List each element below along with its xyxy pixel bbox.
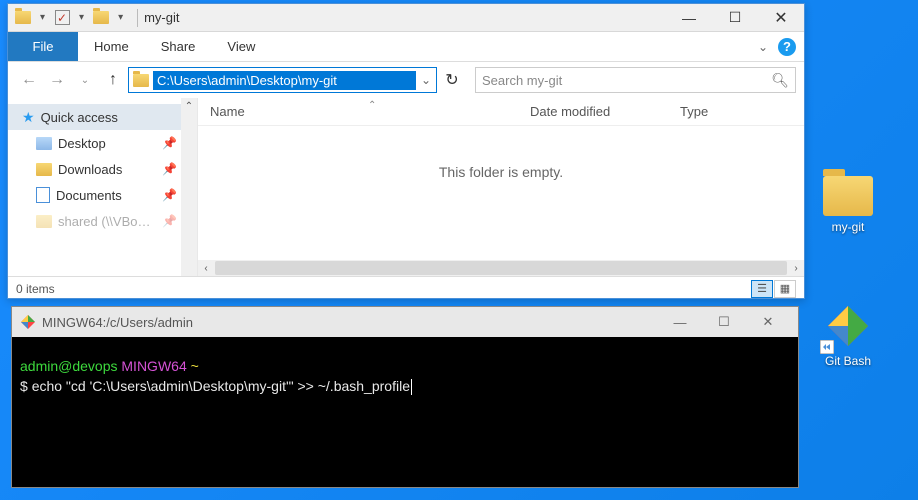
desktop-folder-mygit[interactable]: my-git xyxy=(810,176,886,234)
folder-icon xyxy=(36,163,52,176)
file-explorer-window: ▾ ✓ ▾ ▾ my-git — ☐ ✕ File Home Share Vie… xyxy=(7,3,805,299)
sidebar-item-desktop[interactable]: Desktop 📌 xyxy=(8,130,197,156)
status-bar: 0 items ☰ ▦ xyxy=(8,276,804,300)
folder-icon xyxy=(823,176,873,216)
sidebar-item-documents[interactable]: Documents 📌 xyxy=(8,182,197,208)
recent-dropdown-icon[interactable]: ⌄ xyxy=(72,67,98,93)
terminal-content[interactable]: admin@devops MINGW64 ~ $ echo "cd 'C:\Us… xyxy=(12,337,798,487)
mingw-icon xyxy=(20,314,36,330)
large-icons-view-button[interactable]: ▦ xyxy=(774,280,796,298)
desktop-folder-label: my-git xyxy=(810,220,886,234)
desktop-shortcut-gitbash[interactable]: Git Bash xyxy=(810,302,886,368)
pin-icon: 📌 xyxy=(162,136,177,150)
scroll-track[interactable] xyxy=(215,261,787,275)
tab-share[interactable]: Share xyxy=(145,32,212,61)
refresh-button[interactable]: ↻ xyxy=(439,67,465,93)
item-count: 0 items xyxy=(16,282,55,296)
ribbon-expand-icon[interactable]: ⌄ xyxy=(758,40,768,54)
sidebar-item-label: Desktop xyxy=(58,136,106,151)
address-bar[interactable]: C:\Users\admin\Desktop\my-git ⌄ xyxy=(128,67,437,93)
search-placeholder[interactable]: Search my-git xyxy=(482,73,771,88)
search-box[interactable]: Search my-git 🔍︎ xyxy=(475,67,796,93)
terminal-close-button[interactable]: ✕ xyxy=(746,308,790,336)
desktop-gitbash-label: Git Bash xyxy=(810,354,886,368)
sidebar-item-label: Downloads xyxy=(58,162,122,177)
address-path[interactable]: C:\Users\admin\Desktop\my-git xyxy=(153,71,416,90)
prompt-system: MINGW64 xyxy=(121,358,186,374)
tab-view[interactable]: View xyxy=(211,32,271,61)
forward-button[interactable]: → xyxy=(44,67,70,93)
prompt-user: admin@devops xyxy=(20,358,118,374)
details-view-button[interactable]: ☰ xyxy=(751,280,773,298)
prompt-line: admin@devops MINGW64 ~ xyxy=(20,357,790,377)
help-icon[interactable]: ? xyxy=(778,38,796,56)
horizontal-scrollbar[interactable]: ‹ › xyxy=(198,260,804,276)
body-area: ★ Quick access Desktop 📌 Downloads 📌 Doc… xyxy=(8,98,804,276)
sidebar-item-label: shared (\\VBo… xyxy=(58,214,151,229)
terminal-title: MINGW64:/c/Users/admin xyxy=(42,315,193,330)
qat-dropdown-icon[interactable]: ▾ xyxy=(36,12,49,23)
command-text: echo "cd 'C:\Users\admin\Desktop\my-git'… xyxy=(32,378,410,394)
scroll-right-icon[interactable]: › xyxy=(788,260,804,276)
terminal-window: MINGW64:/c/Users/admin — ☐ ✕ admin@devop… xyxy=(11,306,799,488)
folder-icon xyxy=(36,137,52,150)
sidebar-item-downloads[interactable]: Downloads 📌 xyxy=(8,156,197,182)
empty-folder-message: This folder is empty. xyxy=(198,126,804,180)
folder-icon xyxy=(12,7,34,29)
properties-checkbox-icon[interactable]: ✓ xyxy=(51,7,73,29)
address-dropdown-icon[interactable]: ⌄ xyxy=(416,73,436,87)
back-button[interactable]: ← xyxy=(16,67,42,93)
quick-access-toolbar: ▾ ✓ ▾ ▾ xyxy=(8,7,131,29)
up-button[interactable]: ↑ xyxy=(100,67,126,93)
sidebar-item-label: Documents xyxy=(56,188,122,203)
search-icon[interactable]: 🔍︎ xyxy=(771,72,789,89)
pin-icon: 📌 xyxy=(162,188,177,202)
titlebar[interactable]: ▾ ✓ ▾ ▾ my-git — ☐ ✕ xyxy=(8,4,804,32)
column-headers: Name Date modified Type xyxy=(198,98,804,126)
qat-customize-icon[interactable]: ▾ xyxy=(114,12,127,23)
gitbash-icon xyxy=(824,302,872,350)
folder-icon xyxy=(36,215,52,228)
terminal-minimize-button[interactable]: — xyxy=(658,308,702,336)
nav-scrollbar[interactable]: ⌃ xyxy=(181,98,197,276)
content-area: ⌃ Name Date modified Type This folder is… xyxy=(198,98,804,276)
scroll-left-icon[interactable]: ‹ xyxy=(198,260,214,276)
ribbon-tabs: File Home Share View ⌄ ? xyxy=(8,32,804,62)
sidebar-item-shared[interactable]: shared (\\VBo… 📌 xyxy=(8,208,197,234)
navigation-bar: ← → ⌄ ↑ C:\Users\admin\Desktop\my-git ⌄ … xyxy=(8,62,804,98)
quick-access-root[interactable]: ★ Quick access xyxy=(8,104,197,130)
new-folder-icon[interactable] xyxy=(90,7,112,29)
close-button[interactable]: ✕ xyxy=(758,4,804,32)
qat-dropdown2-icon[interactable]: ▾ xyxy=(75,12,88,23)
cursor xyxy=(411,379,412,395)
pin-icon: 📌 xyxy=(162,162,177,176)
minimize-button[interactable]: — xyxy=(666,4,712,32)
terminal-titlebar[interactable]: MINGW64:/c/Users/admin — ☐ ✕ xyxy=(12,307,798,337)
prompt-path: ~ xyxy=(191,358,199,374)
address-folder-icon xyxy=(129,74,153,87)
file-tab[interactable]: File xyxy=(8,32,78,61)
window-title: my-git xyxy=(144,10,179,25)
maximize-button[interactable]: ☐ xyxy=(712,4,758,32)
navigation-pane: ★ Quick access Desktop 📌 Downloads 📌 Doc… xyxy=(8,98,198,276)
scroll-up-icon[interactable]: ⌃ xyxy=(181,98,197,114)
quick-access-label: Quick access xyxy=(41,110,118,125)
column-type[interactable]: Type xyxy=(668,104,720,119)
column-date[interactable]: Date modified xyxy=(518,104,668,119)
tab-home[interactable]: Home xyxy=(78,32,145,61)
document-icon xyxy=(36,187,50,203)
sort-indicator-icon: ⌃ xyxy=(368,100,376,111)
separator xyxy=(137,9,138,27)
terminal-maximize-button[interactable]: ☐ xyxy=(702,308,746,336)
star-icon: ★ xyxy=(22,109,35,126)
column-name[interactable]: Name xyxy=(198,104,518,119)
command-line: $ echo "cd 'C:\Users\admin\Desktop\my-gi… xyxy=(20,377,790,397)
pin-icon: 📌 xyxy=(162,214,177,228)
